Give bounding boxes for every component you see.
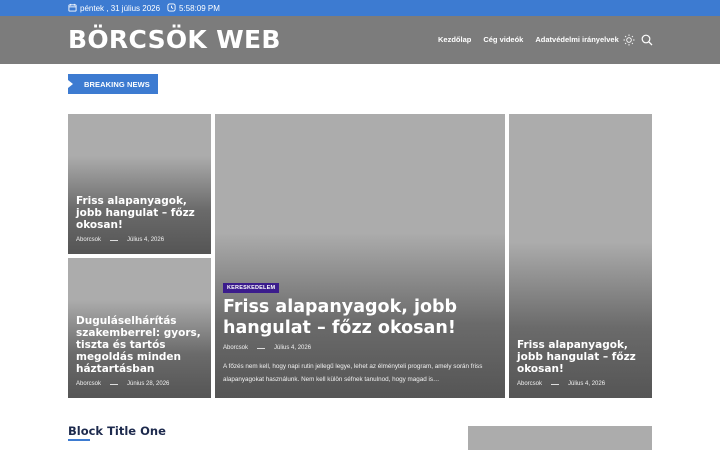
card-date: Július 4, 2026 [568,381,606,387]
calendar-icon [68,3,77,14]
card-author[interactable]: Aborcsok [223,345,248,351]
nav-item-privacy-policy[interactable]: Adatvédelmi irányelvek [535,35,618,44]
flag-notch-icon [68,80,73,88]
nav-item-home[interactable]: Kezdőlap [438,35,471,44]
card-content: Friss alapanyagok, jobb hangulat – főzz … [517,339,644,387]
meta-divider [551,383,560,385]
meta-divider [110,383,119,385]
card-date: Június 28, 2026 [127,381,170,387]
news-card-4[interactable]: Friss alapanyagok, jobb hangulat – főzz … [509,114,652,398]
news-card-2[interactable]: Duguláselhárítás szakemberrel: gyors, ti… [68,258,211,398]
card-meta: Aborcsok Június 28, 2026 [76,381,203,387]
date-display: péntek , 31 július 2026 [68,0,160,16]
card-date: Július 4, 2026 [274,345,312,351]
breaking-news-text: BREAKING NEWS [84,80,150,89]
time-display: 5:58:09 PM [167,0,220,16]
card-title[interactable]: Friss alapanyagok, jobb hangulat – főzz … [223,297,497,339]
card-author[interactable]: Aborcsok [517,381,542,387]
news-card-1[interactable]: Friss alapanyagok, jobb hangulat – főzz … [68,114,211,254]
main-nav: Kezdőlap Cég videók Adatvédelmi irányelv… [438,35,631,44]
card-content: Duguláselhárítás szakemberrel: gyors, ti… [76,315,203,387]
meta-divider [110,239,119,241]
block-title-underline [68,439,90,441]
card-excerpt: A főzés nem kell, hogy napi rutin jelleg… [223,363,483,383]
meta-divider [257,347,266,349]
breaking-news-label: BREAKING NEWS [68,74,158,94]
site-logo[interactable]: BÖRCSÖK WEB [68,25,281,54]
featured-news-card[interactable]: KERESKEDELEM Friss alapanyagok, jobb han… [215,114,505,398]
sun-icon[interactable] [623,34,635,46]
clock-icon [167,2,176,14]
sidebar-image[interactable] [468,426,652,450]
nav-item-company-videos[interactable]: Cég videók [483,35,523,44]
card-title[interactable]: Friss alapanyagok, jobb hangulat – főzz … [517,339,644,375]
category-badge[interactable]: KERESKEDELEM [223,283,280,293]
card-date: Július 4, 2026 [127,237,165,243]
card-meta: Aborcsok Július 4, 2026 [76,237,203,243]
date-text: péntek , 31 július 2026 [80,3,161,13]
card-meta: Aborcsok Július 4, 2026 [223,345,497,351]
site-header: BÖRCSÖK WEB Kezdőlap Cég videók Adatvéde… [0,16,720,64]
search-icon[interactable] [641,34,653,46]
card-content: Friss alapanyagok, jobb hangulat – főzz … [76,195,203,243]
card-content: KERESKEDELEM Friss alapanyagok, jobb han… [223,276,497,386]
time-text: 5:58:09 PM [179,3,220,13]
card-author[interactable]: Aborcsok [76,237,101,243]
card-title[interactable]: Duguláselhárítás szakemberrel: gyors, ti… [76,315,203,375]
block-title: Block Title One [68,424,166,438]
card-author[interactable]: Aborcsok [76,381,101,387]
card-title[interactable]: Friss alapanyagok, jobb hangulat – főzz … [76,195,203,231]
card-meta: Aborcsok Július 4, 2026 [517,381,644,387]
top-bar: péntek , 31 július 2026 5:58:09 PM [0,0,720,16]
